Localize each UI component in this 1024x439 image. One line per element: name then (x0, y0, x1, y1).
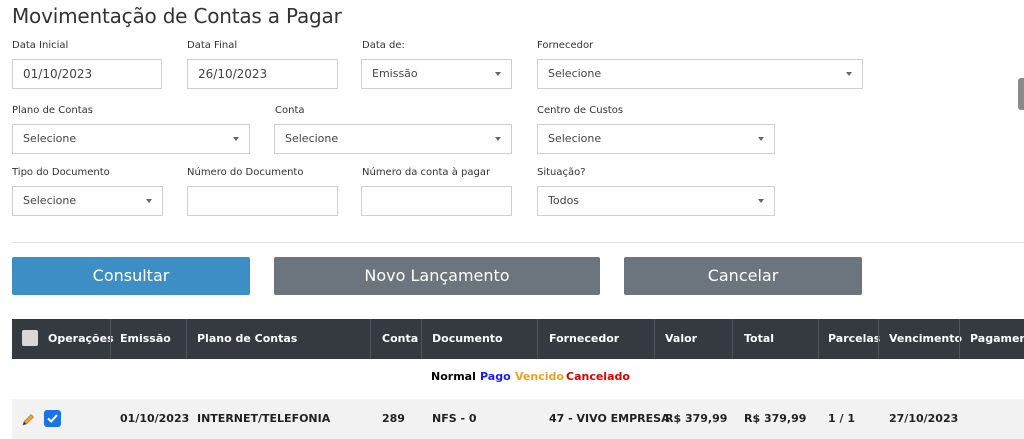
cell-plano-contas: INTERNET/TELEFONIA (197, 412, 331, 425)
fornecedor-select[interactable]: Selecione (537, 59, 863, 89)
numero-documento-field[interactable] (187, 186, 338, 216)
centro-custos-select[interactable]: Selecione (537, 124, 775, 154)
legend-cancelado: Cancelado (566, 370, 630, 383)
fornecedor-value: Selecione (548, 67, 602, 80)
cell-total: R$ 379,99 (744, 412, 807, 425)
pencil-icon[interactable] (20, 412, 36, 428)
cell-fornecedor: 47 - VIVO EMPRESA (549, 412, 670, 425)
column-divider (537, 319, 538, 359)
data-final-field[interactable]: 26/10/2023 (187, 59, 338, 89)
divider (12, 242, 1024, 243)
checkmark-icon (47, 414, 58, 423)
column-divider (421, 319, 422, 359)
data-de-value: Emissão (372, 67, 418, 80)
select-all-checkbox[interactable] (22, 330, 38, 346)
col-plano-contas[interactable]: Plano de Contas (197, 319, 297, 359)
chevron-down-icon (495, 137, 501, 141)
plano-contas-value: Selecione (23, 132, 77, 145)
column-divider (186, 319, 187, 359)
row-checkbox[interactable] (44, 410, 61, 427)
conta-label: Conta (275, 105, 305, 116)
data-inicial-label: Data Inicial (12, 40, 69, 51)
chevron-down-icon (758, 137, 764, 141)
cell-valor: R$ 379,99 (665, 412, 728, 425)
legend-vencido: Vencido (515, 370, 564, 383)
data-inicial-field[interactable]: 01/10/2023 (12, 59, 162, 89)
situacao-label: Situação? (537, 167, 586, 178)
chevron-down-icon (233, 137, 239, 141)
col-emissao[interactable]: Emissão (120, 319, 171, 359)
cell-vencimento: 27/10/2023 (889, 412, 959, 425)
cell-conta: 289 (382, 412, 405, 425)
numero-conta-pagar-field[interactable] (361, 186, 512, 216)
page-title: Movimentação de Contas a Pagar (12, 4, 342, 28)
legend-pago: Pago (480, 370, 511, 383)
column-divider (110, 319, 111, 359)
novo-lancamento-button[interactable]: Novo Lançamento (274, 257, 600, 295)
numero-documento-label: Número do Documento (187, 167, 304, 178)
col-parcelas[interactable]: Parcelas (828, 319, 880, 359)
side-panel-handle[interactable] (1018, 78, 1024, 110)
centro-custos-label: Centro de Custos (537, 105, 624, 116)
conta-value: Selecione (285, 132, 339, 145)
col-valor[interactable]: Valor (665, 319, 697, 359)
column-divider (654, 319, 655, 359)
tipo-documento-value: Selecione (23, 194, 77, 207)
consultar-button[interactable]: Consultar (12, 257, 250, 295)
cancelar-button[interactable]: Cancelar (624, 257, 862, 295)
tipo-documento-label: Tipo do Documento (12, 167, 110, 178)
column-divider (878, 319, 879, 359)
cell-emissao: 01/10/2023 (120, 412, 190, 425)
data-de-select[interactable]: Emissão (361, 59, 512, 89)
chevron-down-icon (146, 199, 152, 203)
cell-parcelas: 1 / 1 (828, 412, 855, 425)
numero-conta-pagar-label: Número da conta à pagar (362, 167, 491, 178)
fornecedor-label: Fornecedor (537, 40, 594, 51)
plano-contas-select[interactable]: Selecione (12, 124, 250, 154)
chevron-down-icon (495, 72, 501, 76)
legend-normal: Normal (431, 370, 476, 383)
centro-custos-value: Selecione (548, 132, 602, 145)
column-divider (959, 319, 960, 359)
situacao-value: Todos (548, 194, 580, 207)
column-divider (732, 319, 733, 359)
col-fornecedor[interactable]: Fornecedor (549, 319, 619, 359)
situacao-select[interactable]: Todos (537, 186, 775, 216)
col-total[interactable]: Total (744, 319, 774, 359)
col-operacoes: Operações (48, 332, 114, 345)
col-pagamento[interactable]: Pagamento (970, 319, 1024, 359)
column-divider (370, 319, 371, 359)
table-header: Operações Emissão Plano de Contas Conta … (12, 319, 1024, 359)
column-divider (818, 319, 819, 359)
col-conta[interactable]: Conta (382, 319, 418, 359)
data-final-label: Data Final (187, 40, 238, 51)
plano-contas-label: Plano de Contas (12, 105, 93, 116)
cell-documento: NFS - 0 (432, 412, 477, 425)
col-documento[interactable]: Documento (432, 319, 503, 359)
col-vencimento[interactable]: Vencimento (889, 319, 962, 359)
chevron-down-icon (758, 199, 764, 203)
data-de-label: Data de: (362, 40, 405, 51)
conta-select[interactable]: Selecione (274, 124, 512, 154)
table-row[interactable]: 01/10/2023 INTERNET/TELEFONIA 289 NFS - … (12, 399, 1024, 439)
tipo-documento-select[interactable]: Selecione (12, 186, 163, 216)
chevron-down-icon (846, 72, 852, 76)
